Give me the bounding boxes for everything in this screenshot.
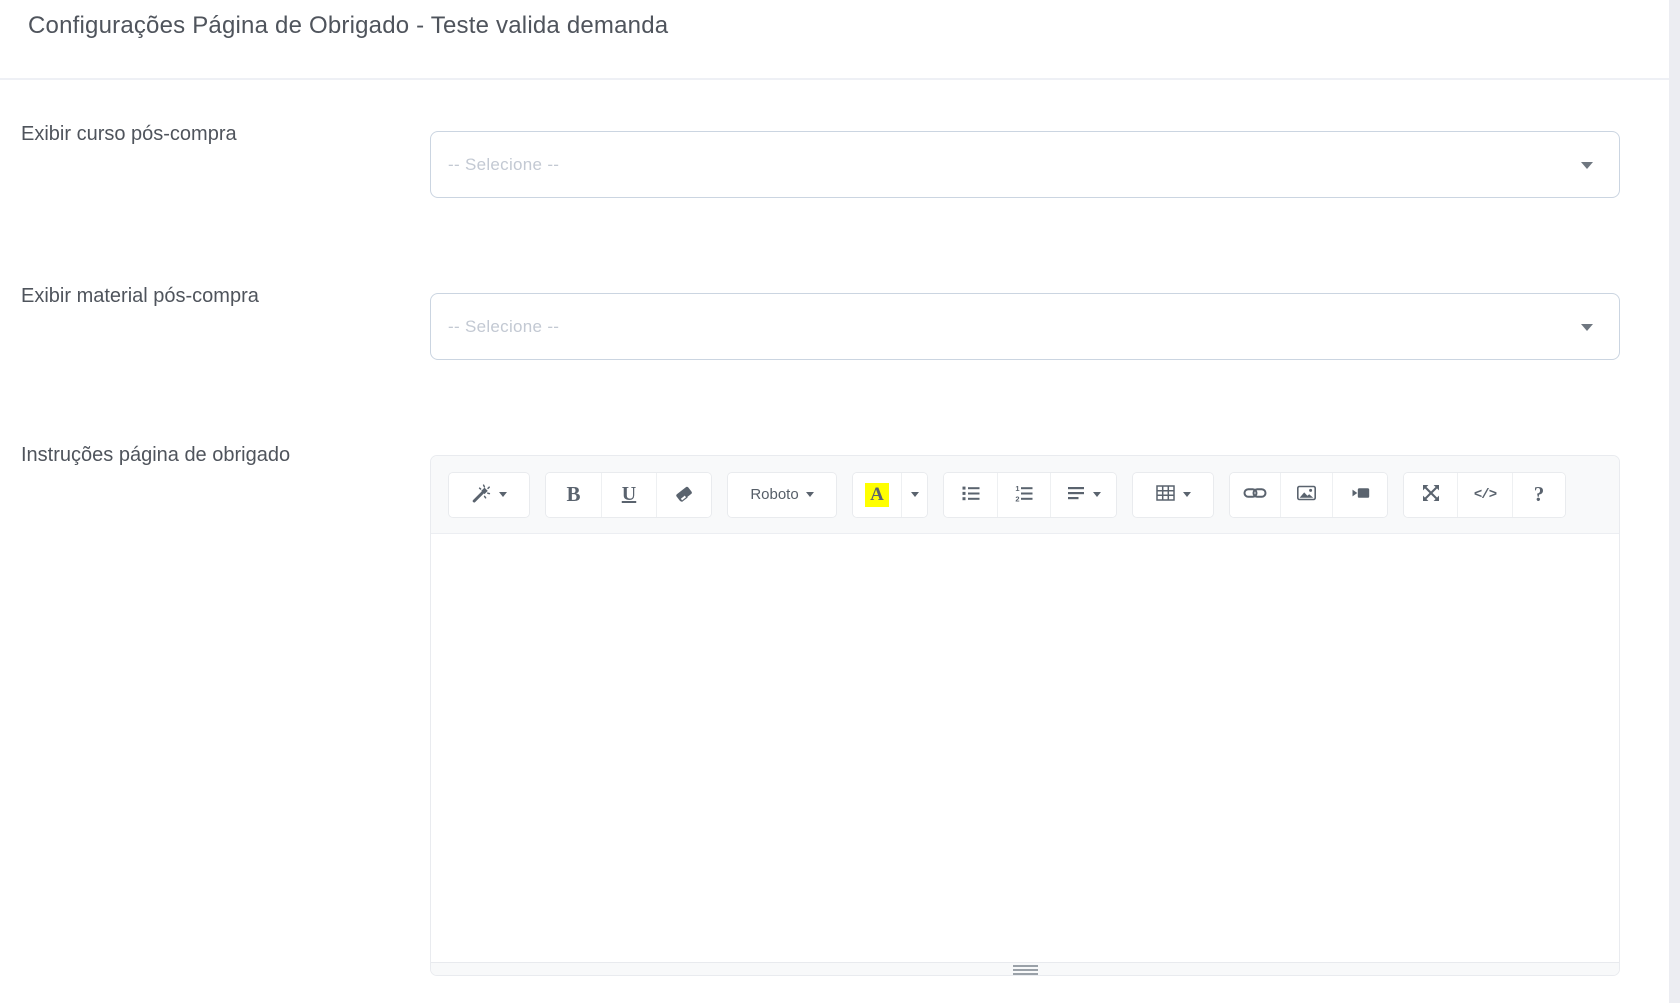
align-paragraph-icon [1067, 484, 1086, 505]
select-placeholder: -- Selecione -- [448, 155, 559, 175]
label-instrucoes: Instruções página de obrigado [21, 444, 290, 467]
style-dropdown-button[interactable] [449, 473, 529, 517]
svg-text:1: 1 [1015, 484, 1019, 493]
link-icon [1243, 483, 1267, 506]
video-camera-icon [1350, 483, 1371, 506]
chevron-down-icon [1581, 324, 1593, 331]
editor-resize-handle[interactable] [1013, 965, 1038, 975]
chevron-down-icon [911, 492, 919, 497]
picture-icon [1296, 483, 1317, 506]
toolbar-group-table [1132, 472, 1214, 518]
ordered-list-icon: 1 2 [1014, 483, 1034, 506]
help-button[interactable]: ? [1512, 473, 1565, 517]
color-picker-dropdown-button[interactable] [901, 473, 927, 517]
clear-formatting-button[interactable] [656, 473, 711, 517]
magic-wand-icon [471, 483, 492, 507]
editor-content[interactable] [431, 534, 1619, 962]
code-view-icon: </> [1474, 487, 1496, 503]
code-view-button[interactable]: </> [1457, 473, 1512, 517]
editor-statusbar [431, 962, 1619, 976]
bold-button[interactable]: B [546, 473, 601, 517]
toolbar-group-insert [1229, 472, 1388, 518]
toolbar-group-fontstyle: B U [545, 472, 712, 518]
unordered-list-button[interactable] [944, 473, 997, 517]
font-family-label: Roboto [750, 486, 798, 503]
settings-page: Configurações Página de Obrigado - Teste… [0, 0, 1680, 1003]
toolbar-group-style [448, 472, 530, 518]
chevron-down-icon [1093, 492, 1101, 497]
insert-table-dropdown-button[interactable] [1133, 473, 1213, 517]
insert-picture-button[interactable] [1280, 473, 1332, 517]
bold-icon: B [566, 482, 580, 507]
fullscreen-arrows-icon [1421, 483, 1441, 506]
editor-toolbar: B U [431, 456, 1619, 534]
unordered-list-icon [961, 483, 981, 506]
select-placeholder: -- Selecione -- [448, 317, 559, 337]
header-divider [0, 78, 1669, 80]
select-exibir-curso[interactable]: -- Selecione -- [430, 131, 1620, 198]
insert-video-button[interactable] [1332, 473, 1387, 517]
fullscreen-button[interactable] [1404, 473, 1457, 517]
toolbar-group-fontname: Roboto [727, 472, 837, 518]
ordered-list-button[interactable]: 1 2 [997, 473, 1050, 517]
label-exibir-curso: Exibir curso pós-compra [21, 123, 237, 146]
vertical-scrollbar[interactable] [1669, 0, 1680, 1003]
toolbar-group-paragraph: 1 2 [943, 472, 1117, 518]
chevron-down-icon [806, 492, 814, 497]
paragraph-align-dropdown-button[interactable] [1050, 473, 1116, 517]
chevron-down-icon [1183, 492, 1191, 497]
text-color-button[interactable]: A [853, 473, 901, 517]
page-title: Configurações Página de Obrigado - Teste… [28, 8, 668, 44]
underline-icon: U [622, 483, 636, 506]
rich-text-editor: B U [430, 455, 1620, 976]
chevron-down-icon [1581, 162, 1593, 169]
font-family-dropdown-button[interactable]: Roboto [728, 473, 836, 517]
select-exibir-material[interactable]: -- Selecione -- [430, 293, 1620, 360]
eraser-icon [674, 483, 694, 506]
label-exibir-material: Exibir material pós-compra [21, 285, 259, 308]
table-icon [1155, 483, 1176, 506]
font-color-icon: A [865, 483, 889, 507]
question-mark-icon: ? [1534, 482, 1545, 507]
svg-text:2: 2 [1015, 495, 1019, 503]
toolbar-group-color: A [852, 472, 928, 518]
insert-link-button[interactable] [1230, 473, 1280, 517]
toolbar-group-view: </> ? [1403, 472, 1566, 518]
underline-button[interactable]: U [601, 473, 656, 517]
chevron-down-icon [499, 492, 507, 497]
